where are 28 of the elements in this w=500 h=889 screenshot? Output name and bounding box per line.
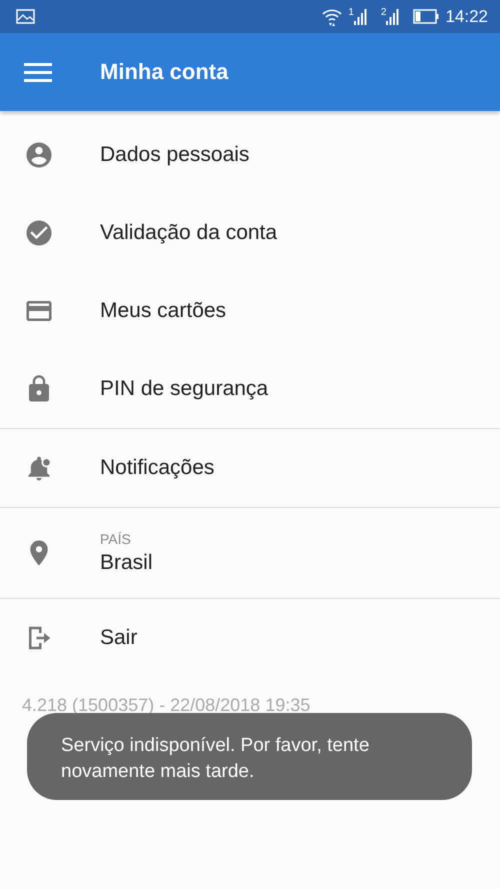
menu-item[interactable]: PIN de segurança [0, 350, 500, 428]
field-caption: PAÍS [100, 531, 132, 547]
menu-label: Notificações [100, 456, 214, 480]
signal-icon [386, 8, 400, 25]
menu-item[interactable]: Notificações [0, 429, 500, 507]
clock-time: 14:22 [445, 6, 488, 26]
menu-item[interactable]: PAÍS Brasil [0, 508, 500, 598]
sim-number: 2 [380, 8, 386, 18]
screen-title: Minha conta [100, 59, 228, 85]
sim-number: 1 [348, 8, 354, 18]
menu-item[interactable]: Meus cartões [0, 272, 500, 350]
version-text: 4.218 (1500357) - 22/08/2018 19:35 [22, 695, 312, 716]
menu-label: Brasil [100, 551, 153, 575]
toast-message: Serviço indisponível. Por favor, tente novamente mais tarde. [61, 734, 370, 784]
menu-button[interactable] [24, 61, 54, 83]
menu-label: Dados pessoais [100, 143, 250, 167]
wifi-icon [322, 6, 342, 26]
person-icon [24, 140, 54, 170]
menu-label: Sair [100, 626, 138, 650]
signal-icon [354, 8, 367, 25]
menu-item[interactable]: Validação da conta [0, 194, 500, 272]
menu-item[interactable]: Dados pessoais [0, 116, 500, 194]
image-icon [16, 9, 35, 24]
menu-label: Validação da conta [100, 221, 278, 245]
battery-icon [413, 9, 440, 24]
menu-label: PIN de segurança [100, 377, 268, 401]
menu-item[interactable]: Sair [0, 599, 500, 677]
menu-label: Meus cartões [100, 299, 226, 323]
